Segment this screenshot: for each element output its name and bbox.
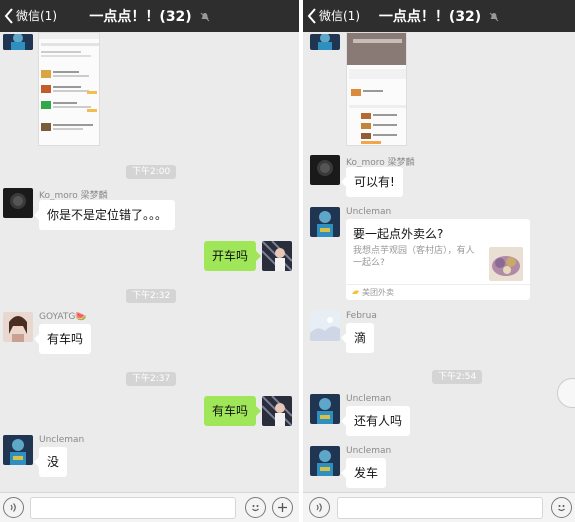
- voice-button[interactable]: [309, 497, 330, 518]
- card-source: 美团外卖: [362, 288, 394, 297]
- avatar-uncleman[interactable]: [3, 435, 33, 465]
- avatar-goyatg[interactable]: [3, 312, 33, 342]
- timestamp: 下午2:00: [126, 165, 177, 179]
- sender-name: Uncleman: [39, 435, 85, 445]
- share-card[interactable]: 要一起点外卖么? 我想点芋观园（客村店），有人一起么? 美团外卖: [346, 219, 530, 300]
- voice-icon: [10, 503, 16, 512]
- message-input[interactable]: [337, 497, 543, 519]
- sender-name: Februa: [346, 311, 377, 321]
- voice-button[interactable]: [3, 497, 24, 518]
- input-bar: [0, 492, 299, 522]
- chat-title: 一点点！！(32): [0, 6, 299, 26]
- chat-title: 一点点！！(32): [303, 6, 575, 26]
- message-bubble[interactable]: 可以有!: [341, 167, 403, 197]
- message-bubble[interactable]: 发车: [340, 458, 387, 488]
- input-bar: [303, 492, 575, 522]
- avatar-me[interactable]: [262, 396, 292, 426]
- sender-name: GOYATG🍉: [39, 312, 87, 322]
- screenshot-image-message[interactable]: [38, 32, 100, 146]
- plus-icon: [278, 503, 287, 512]
- mute-bell-icon: [489, 12, 499, 22]
- message-input[interactable]: [30, 497, 236, 519]
- voice-icon: [316, 503, 322, 512]
- avatar-ko-moro[interactable]: [310, 155, 340, 185]
- avatar-februa[interactable]: [310, 311, 340, 341]
- top-bar: 微信(1) 一点点！！(32): [0, 0, 299, 32]
- avatar-uncleman[interactable]: [310, 207, 340, 237]
- more-button[interactable]: [272, 497, 293, 518]
- timestamp: 下午2:37: [126, 372, 177, 386]
- my-message-bubble[interactable]: 有车吗: [203, 396, 262, 426]
- avatar-uncleman-top[interactable]: [3, 34, 33, 50]
- emoji-button[interactable]: [245, 497, 266, 518]
- message-bubble[interactable]: 还有人吗: [340, 406, 411, 436]
- screenshot-image-message[interactable]: [346, 32, 407, 146]
- card-description: 我想点芋观园（客村店），有人一起么?: [353, 246, 475, 268]
- timestamp: 下午2:32: [126, 289, 177, 303]
- mute-bell-icon: [200, 12, 209, 22]
- emoji-button[interactable]: [551, 497, 572, 518]
- chat-title-text: 一点点！！(32): [378, 9, 482, 25]
- emoji-icon: [558, 505, 565, 512]
- sender-name: Uncleman: [346, 207, 392, 217]
- avatar-uncleman[interactable]: [310, 446, 340, 476]
- card-title: 要一起点外卖么?: [353, 227, 444, 241]
- card-thumbnail: [489, 247, 523, 281]
- screenshot-thumbnail: [347, 33, 406, 145]
- chat-panel-left: 微信(1) 一点点！！(32) 下午2:00 Ko_moro 梁梦麟 你是不是定…: [0, 0, 299, 522]
- avatar-ko-moro[interactable]: [3, 188, 33, 218]
- sender-name: Uncleman: [346, 394, 392, 404]
- sender-name: Uncleman: [346, 446, 392, 456]
- emoji-icon: [252, 505, 259, 512]
- timestamp: 下午2:54: [432, 370, 483, 384]
- message-bubble[interactable]: 有车吗: [33, 324, 92, 354]
- card-footer: 美团外卖: [346, 284, 530, 300]
- message-bubble[interactable]: 你是不是定位错了。。。: [33, 200, 176, 230]
- avatar-uncleman-top[interactable]: [310, 34, 340, 50]
- top-bar: 微信(1) 一点点！！(32): [303, 0, 575, 32]
- message-bubble[interactable]: 没: [33, 447, 68, 477]
- message-bubble[interactable]: 滴: [340, 323, 375, 353]
- meituan-icon: [352, 290, 359, 294]
- screenshot-thumbnail: [39, 33, 99, 145]
- floating-assist-button[interactable]: [557, 378, 575, 408]
- my-message-bubble[interactable]: 开车吗: [203, 241, 262, 271]
- avatar-me[interactable]: [262, 241, 292, 271]
- chat-panel-right: 微信(1) 一点点！！(32) Ko_moro 梁梦麟 可以有! Unclema…: [303, 0, 575, 522]
- chat-title-text: 一点点！！(32): [89, 9, 192, 25]
- avatar-uncleman[interactable]: [310, 394, 340, 424]
